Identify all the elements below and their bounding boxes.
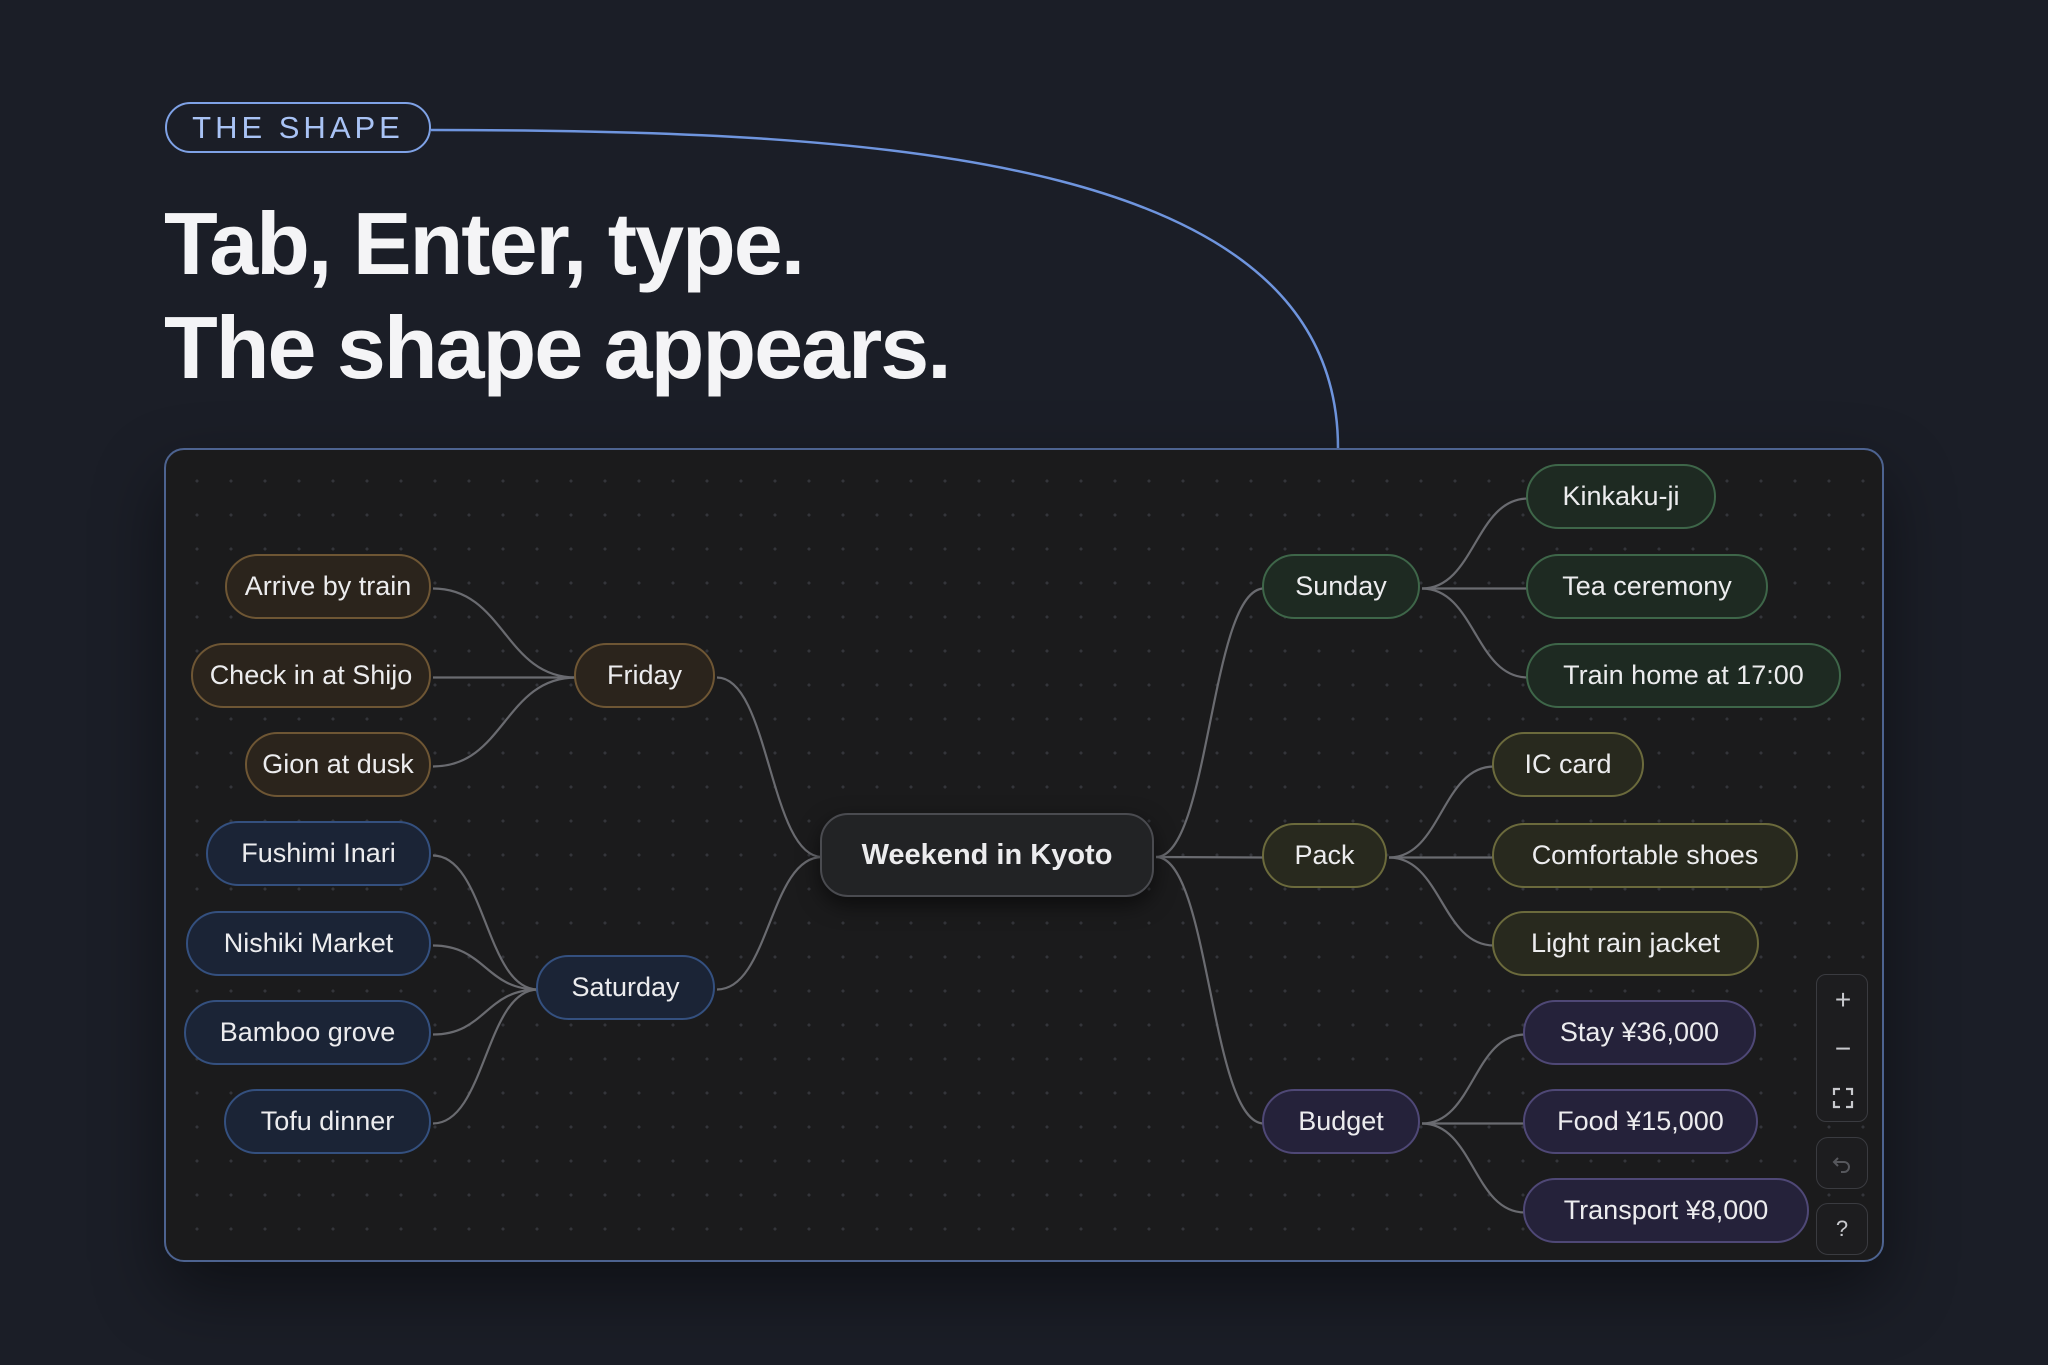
mindmap-edge xyxy=(432,676,577,768)
mindmap-edge xyxy=(432,587,577,679)
mindmap-edge xyxy=(432,988,539,1036)
zoom-controls: + − xyxy=(1816,974,1868,1122)
mindmap-edge xyxy=(432,988,539,1125)
mindmap-edge xyxy=(1388,856,1495,947)
leaf-node[interactable]: Stay ¥36,000 xyxy=(1523,1000,1756,1065)
leaf-node[interactable]: Train home at 17:00 xyxy=(1526,643,1841,708)
leaf-node[interactable]: Check in at Shijo xyxy=(191,643,431,708)
headline-line-2: The shape appears. xyxy=(164,298,952,397)
leaf-node[interactable]: Comfortable shoes xyxy=(1492,823,1798,888)
zoom-out-button[interactable]: − xyxy=(1817,1024,1869,1073)
section-eyebrow-badge: THE SHAPE xyxy=(165,102,431,153)
leaf-node[interactable]: Arrive by train xyxy=(225,554,431,619)
fit-to-screen-button[interactable] xyxy=(1817,1073,1869,1122)
mindmap-edge xyxy=(1421,1122,1526,1214)
fit-to-screen-icon xyxy=(1832,1087,1854,1108)
zoom-in-button[interactable]: + xyxy=(1817,975,1869,1024)
mindmap-edge xyxy=(432,944,539,991)
mindmap-edge xyxy=(1155,855,1265,1125)
leaf-node[interactable]: Kinkaku-ji xyxy=(1526,464,1716,529)
branch-node-pack[interactable]: Pack xyxy=(1262,823,1387,888)
mindmap-edge xyxy=(1421,587,1529,679)
mindmap-edge xyxy=(1388,765,1495,859)
mindmap-edge xyxy=(1421,497,1529,590)
leaf-node[interactable]: IC card xyxy=(1492,732,1644,797)
mindmap-edge xyxy=(1155,587,1265,859)
leaf-node[interactable]: Tea ceremony xyxy=(1526,554,1768,619)
branch-node-sunday[interactable]: Sunday xyxy=(1262,554,1420,619)
leaf-node[interactable]: Bamboo grove xyxy=(184,1000,431,1065)
undo-icon xyxy=(1832,1157,1850,1173)
branch-node-budget[interactable]: Budget xyxy=(1262,1089,1420,1154)
root-node[interactable]: Weekend in Kyoto xyxy=(820,813,1154,897)
leaf-node[interactable]: Transport ¥8,000 xyxy=(1523,1178,1809,1243)
leaf-node[interactable]: Tofu dinner xyxy=(224,1089,431,1154)
page-headline: Tab, Enter, type. The shape appears. xyxy=(164,192,952,400)
mindmap-edge xyxy=(716,676,823,859)
mindmap-canvas[interactable]: Weekend in Kyoto Friday Arrive by train … xyxy=(164,448,1884,1262)
branch-node-friday[interactable]: Friday xyxy=(574,643,715,708)
help-button[interactable]: ? xyxy=(1816,1203,1868,1255)
leaf-node[interactable]: Food ¥15,000 xyxy=(1523,1089,1758,1154)
headline-line-1: Tab, Enter, type. xyxy=(164,194,805,293)
branch-node-saturday[interactable]: Saturday xyxy=(536,955,715,1020)
leaf-node[interactable]: Light rain jacket xyxy=(1492,911,1759,976)
mindmap-edge xyxy=(716,855,823,991)
leaf-node[interactable]: Gion at dusk xyxy=(245,732,431,797)
mindmap-edge xyxy=(1421,1033,1526,1125)
mindmap-edge xyxy=(432,854,539,991)
leaf-node[interactable]: Nishiki Market xyxy=(186,911,431,976)
undo-button[interactable] xyxy=(1816,1137,1868,1189)
mindmap-edge xyxy=(1155,855,1265,859)
leaf-node[interactable]: Fushimi Inari xyxy=(206,821,431,886)
